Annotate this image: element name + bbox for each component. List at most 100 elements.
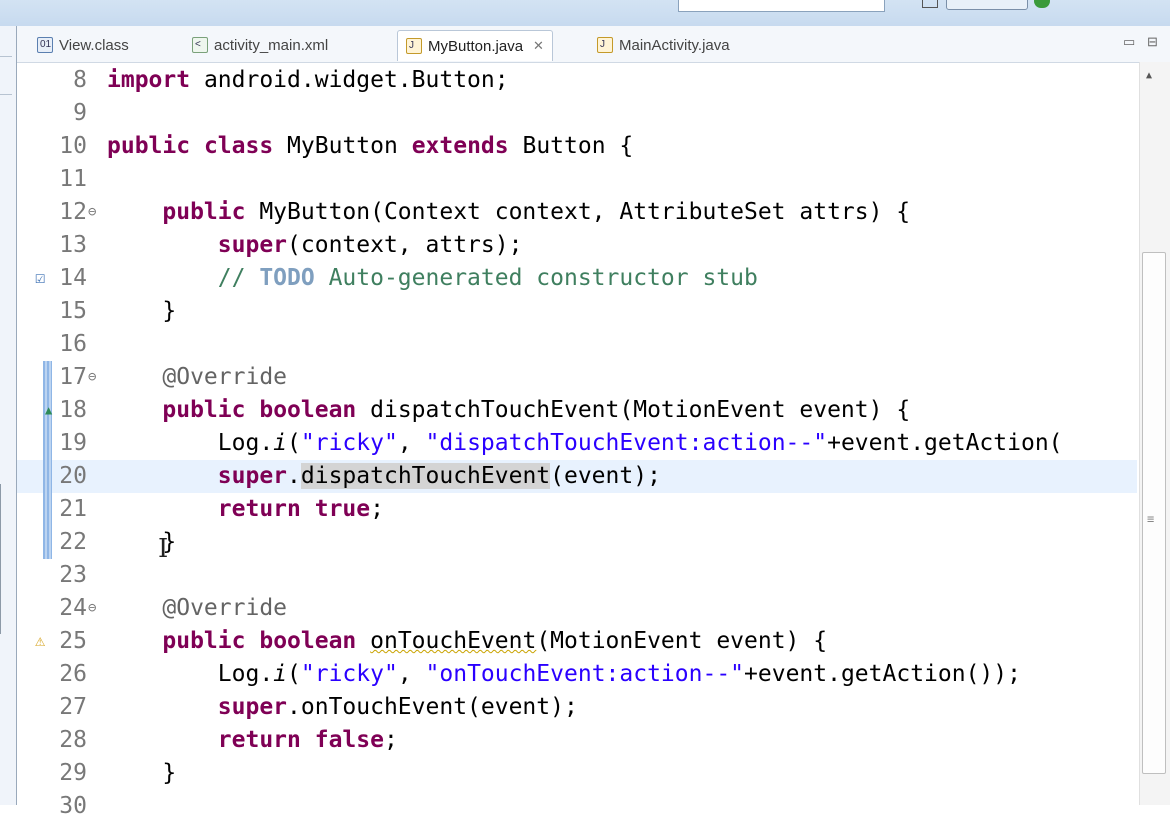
code-line[interactable]: 24 ⊖ @Override [17, 592, 1137, 625]
panel-scroll-edge [0, 484, 1, 634]
left-side-panel [0, 26, 16, 805]
scrollbar-grip-icon: ≡ [1147, 512, 1155, 526]
scroll-up-icon[interactable]: ▲ [1146, 70, 1152, 81]
code-text[interactable]: super.dispatchTouchEvent(event); [107, 460, 661, 493]
line-number: 20 [59, 463, 87, 489]
line-number: 25 [59, 628, 87, 654]
code-line[interactable]: ⚠ 25 public boolean onTouchEvent(MotionEv… [17, 625, 1137, 658]
task-marker-icon[interactable]: ☑ [35, 262, 45, 295]
override-marker-icon[interactable]: ▲ [45, 394, 52, 427]
minimize-icon[interactable]: ▭ [1123, 34, 1135, 50]
code-line-current[interactable]: 20 super.dispatchTouchEvent(event); [17, 460, 1137, 493]
maximize-icon[interactable]: ⊟ [1147, 34, 1158, 50]
line-number: 24 [59, 595, 87, 621]
tab-view-class[interactable]: 01 View.class [37, 34, 129, 56]
line-number: 26 [59, 661, 87, 687]
code-line[interactable]: 17 ⊖ @Override [17, 361, 1137, 394]
close-icon[interactable]: ✕ [533, 38, 544, 54]
code-text[interactable]: public MyButton(Context context, Attribu… [107, 196, 910, 229]
code-text[interactable]: Log.i("ricky", "dispatchTouchEvent:actio… [107, 427, 1063, 460]
code-line[interactable]: 19 Log.i("ricky", "dispatchTouchEvent:ac… [17, 427, 1137, 460]
code-line[interactable]: 15 } [17, 295, 1137, 328]
line-number: 29 [59, 760, 87, 786]
fold-toggle-icon[interactable]: ⊖ [88, 592, 96, 625]
code-text[interactable]: } [107, 757, 176, 790]
line-number: 23 [59, 562, 87, 588]
line-number: 11 [59, 166, 87, 192]
line-number: 14 [59, 265, 87, 291]
line-number: 12 [59, 199, 87, 225]
open-perspective-icon[interactable] [922, 0, 938, 8]
code-text[interactable]: super(context, attrs); [107, 229, 523, 262]
fold-toggle-icon[interactable]: ⊖ [88, 361, 96, 394]
code-line[interactable]: 26 Log.i("ricky", "onTouchEvent:action--… [17, 658, 1137, 691]
quick-diff-marker [43, 526, 52, 559]
code-text[interactable]: } [107, 295, 176, 328]
code-line[interactable]: 21 return true; [17, 493, 1137, 526]
line-number: 22 [59, 529, 87, 555]
java-perspective-button[interactable] [946, 0, 1028, 10]
code-line[interactable]: 23 [17, 559, 1137, 592]
code-line[interactable]: 30 [17, 790, 1137, 823]
panel-divider [0, 56, 12, 57]
code-text[interactable]: Log.i("ricky", "onTouchEvent:action--"+e… [107, 658, 1021, 691]
panel-divider [0, 94, 12, 95]
vertical-scrollbar[interactable]: ▲ ≡ [1139, 62, 1170, 805]
quick-diff-marker [43, 460, 52, 493]
code-line[interactable]: 22 } [17, 526, 1137, 559]
line-number: 13 [59, 232, 87, 258]
code-line[interactable]: 16 [17, 328, 1137, 361]
code-text[interactable]: @Override [107, 361, 287, 394]
tab-activity-main-xml[interactable]: < activity_main.xml [192, 34, 328, 56]
code-text[interactable]: public boolean dispatchTouchEvent(Motion… [107, 394, 910, 427]
editor-tab-bar: 01 View.class < activity_main.xml J MyBu… [17, 26, 1170, 63]
code-line[interactable]: ☑ 14 // TODO Auto-generated constructor s… [17, 262, 1137, 295]
line-number: 28 [59, 727, 87, 753]
code-line[interactable]: 11 [17, 163, 1137, 196]
code-text[interactable]: public boolean onTouchEvent(MotionEvent … [107, 625, 827, 658]
title-toolbar [0, 0, 1170, 27]
code-area[interactable]: 8 import android.widget.Button; 9 10 public … [17, 62, 1137, 819]
quick-diff-marker [43, 361, 52, 394]
line-number: 10 [59, 133, 87, 159]
line-number: 27 [59, 694, 87, 720]
tab-mainactivity-java[interactable]: J MainActivity.java [597, 34, 730, 56]
code-line[interactable]: 27 super.onTouchEvent(event); [17, 691, 1137, 724]
line-number: 30 [59, 793, 87, 819]
code-line[interactable]: ▲ 18 public boolean dispatchTouchEvent(Mo… [17, 394, 1137, 427]
code-text[interactable]: public class MyButton extends Button { [107, 130, 633, 163]
warning-marker-icon[interactable]: ⚠ [35, 625, 45, 658]
ibeam-cursor-icon: I [158, 534, 169, 564]
code-line[interactable]: 13 super(context, attrs); [17, 229, 1137, 262]
tab-label: MyButton.java [428, 37, 524, 55]
java-file-icon: J [406, 38, 422, 54]
code-text[interactable]: // TODO Auto-generated constructor stub [107, 262, 758, 295]
code-line[interactable]: 28 return false; [17, 724, 1137, 757]
line-number: 19 [59, 430, 87, 456]
ddms-perspective-icon[interactable] [1034, 0, 1050, 8]
code-text[interactable]: import android.widget.Button; [107, 64, 509, 97]
fold-toggle-icon[interactable]: ⊖ [88, 196, 96, 229]
code-line[interactable]: 8 import android.widget.Button; [17, 64, 1137, 97]
quick-diff-marker [43, 493, 52, 526]
xml-file-icon: < [192, 37, 208, 53]
code-text[interactable]: @Override [107, 592, 287, 625]
line-number: 18 [59, 397, 87, 423]
code-text[interactable]: super.onTouchEvent(event); [107, 691, 578, 724]
tab-label: View.class [59, 36, 129, 54]
quick-access-input[interactable] [678, 0, 885, 12]
tab-mybutton-java[interactable]: J MyButton.java ✕ [397, 30, 553, 61]
line-number: 8 [73, 67, 87, 93]
code-line[interactable]: 29 } [17, 757, 1137, 790]
tab-label: activity_main.xml [214, 36, 329, 54]
code-text[interactable]: return false; [107, 724, 398, 757]
code-line[interactable]: 9 [17, 97, 1137, 130]
code-line[interactable]: 10 public class MyButton extends Button { [17, 130, 1137, 163]
line-number: 16 [59, 331, 87, 357]
line-number: 9 [73, 100, 87, 126]
java-editor: 01 View.class < activity_main.xml J MyBu… [16, 26, 1170, 819]
line-number: 21 [59, 496, 87, 522]
code-text[interactable]: return true; [107, 493, 384, 526]
code-line[interactable]: 12 ⊖ public MyButton(Context context, Att… [17, 196, 1137, 229]
tab-label: MainActivity.java [619, 36, 730, 54]
